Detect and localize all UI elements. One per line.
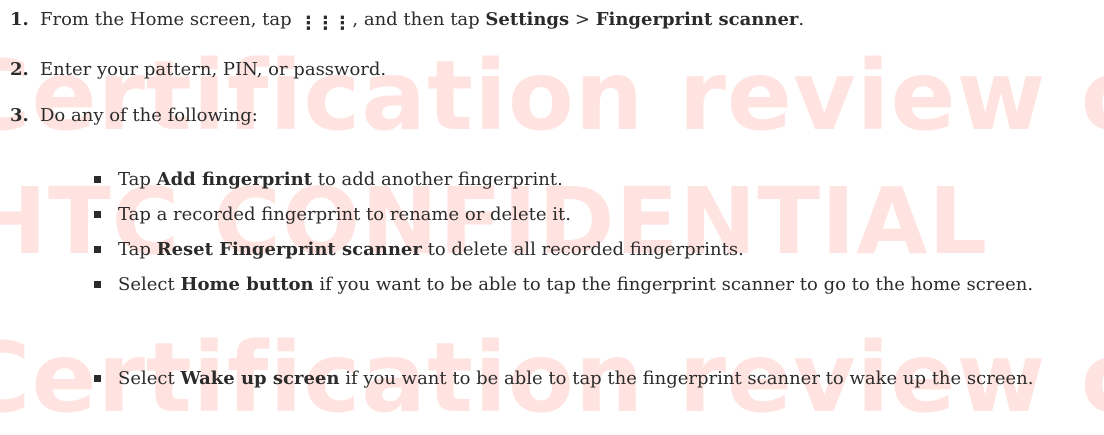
- list-item: Tap Add fingerprint to add another finge…: [94, 164, 1098, 195]
- home-button-label: Home button: [180, 274, 314, 295]
- step-text-part: .: [798, 9, 805, 30]
- bullet-icon: [94, 246, 101, 253]
- bullet-icon: [94, 211, 101, 218]
- bullet-icon: [94, 281, 101, 288]
- step-number: 3.: [10, 105, 29, 126]
- bullet-icon: [94, 375, 101, 382]
- step-number: 1.: [10, 9, 29, 30]
- fingerprint-scanner-label: Fingerprint scanner: [595, 9, 799, 30]
- list-item: Tap Reset Fingerprint scanner to delete …: [94, 234, 1098, 265]
- step-text-part: From the Home screen, tap: [40, 9, 292, 30]
- step-text-part: , and then tap: [352, 9, 480, 30]
- step-number: 2.: [10, 59, 29, 80]
- list-item: Select Home button if you want to be abl…: [94, 269, 1098, 300]
- reset-fingerprint-scanner-label: Reset Fingerprint scanner: [156, 239, 422, 260]
- bullet-icon: [94, 176, 101, 183]
- list-item: Select Wake up screen if you want to be …: [94, 363, 1098, 394]
- separator: >: [574, 9, 590, 30]
- apps-grid-icon: ⋮⋮⋮: [299, 13, 351, 34]
- step-text: Enter your pattern, PIN, or password.: [40, 59, 387, 80]
- wake-up-screen-label: Wake up screen: [180, 368, 340, 389]
- watermark-line: Certification review on: [0, 40, 1104, 152]
- step-text: From the Home screen, tap ⋮⋮⋮, and then …: [40, 8, 805, 34]
- add-fingerprint-label: Add fingerprint: [156, 169, 313, 190]
- list-item: Tap a recorded fingerprint to rename or …: [94, 199, 1098, 230]
- step-text: Do any of the following:: [40, 105, 258, 126]
- settings-label: Settings: [485, 9, 570, 30]
